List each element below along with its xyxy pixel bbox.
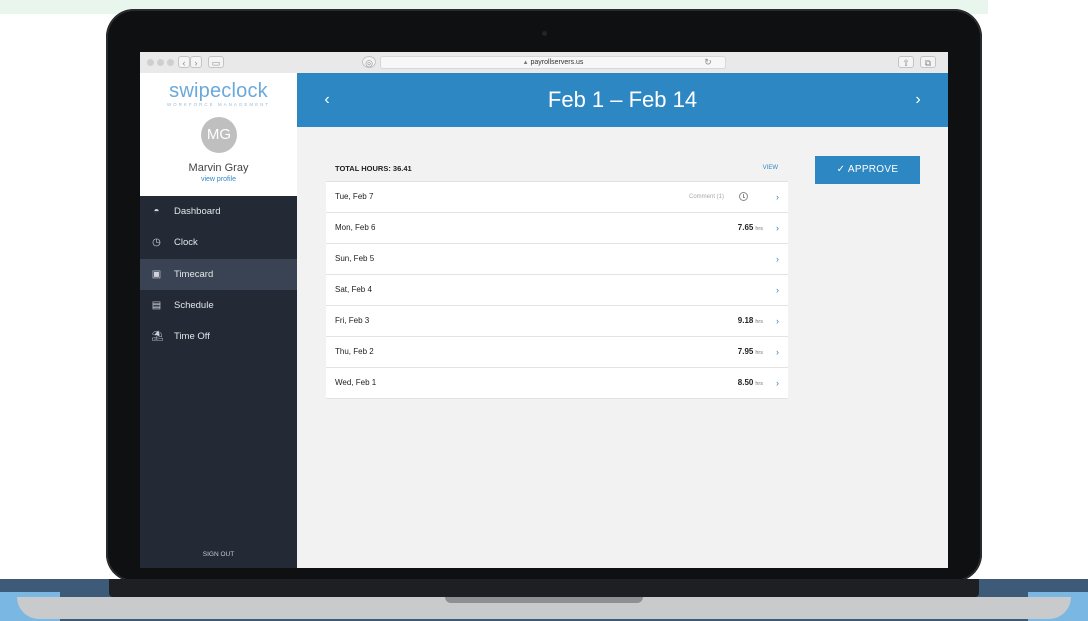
hours-value: 7.65 [737, 223, 754, 232]
sidebar-item-label: Clock [174, 237, 198, 248]
hours-unit: hrs [755, 226, 763, 232]
laptop-notch [445, 597, 643, 603]
day-hours: 7.65 hrs [738, 213, 763, 244]
comment-count[interactable]: Comment (1) [689, 182, 724, 212]
forward-button[interactable]: › [190, 56, 202, 68]
day-label: Tue, Feb 7 [335, 192, 374, 201]
logo-subtitle: WORKFORCE MANAGEMENT [166, 102, 271, 107]
table-row[interactable]: Sat, Feb 4 › [326, 275, 788, 306]
table-row[interactable]: Thu, Feb 2 7.95 hrs › [326, 337, 788, 368]
sidebar-item-schedule[interactable]: ▤ Schedule [140, 290, 297, 321]
next-period-button[interactable]: › [908, 73, 928, 127]
day-hours: 8.50 hrs [738, 368, 763, 399]
total-hours: TOTAL HOURS: 36.41 [335, 164, 412, 173]
table-row[interactable]: Mon, Feb 6 7.65 hrs › [326, 213, 788, 244]
hours-value: 7.95 [737, 347, 754, 356]
day-label: Sat, Feb 4 [335, 285, 372, 294]
tabs-icon[interactable]: ⧉ [920, 56, 936, 68]
hours-value: 9.18 [737, 316, 754, 325]
dashboard-icon: ◓ [153, 206, 160, 217]
chevron-right-icon[interactable]: › [776, 182, 779, 212]
privacy-icon[interactable]: ◎ [362, 56, 376, 68]
view-profile-link[interactable]: view profile [140, 176, 297, 183]
browser-toolbar: ‹ › ▭ ◎ ▲ payrollservers.us ↻ ⇧ ⧉ [140, 52, 948, 74]
day-hours: 9.18 hrs [738, 306, 763, 337]
chevron-right-icon[interactable]: › [776, 213, 779, 243]
sign-out-link[interactable]: SIGN OUT [140, 551, 297, 558]
screen: ‹ › ▭ ◎ ▲ payrollservers.us ↻ ⇧ ⧉ swipecl… [140, 52, 948, 568]
table-row[interactable]: Wed, Feb 1 8.50 hrs › [326, 368, 788, 399]
avatar: MG [201, 117, 237, 153]
chevron-right-icon[interactable]: › [776, 275, 779, 305]
sidebar-item-label: Dashboard [174, 206, 221, 217]
share-icon[interactable]: ⇧ [898, 56, 914, 68]
sidebar-item-clock[interactable]: ◷ Clock [140, 227, 297, 258]
url-text: payrollservers.us [530, 59, 584, 66]
minimize-window-dot[interactable] [157, 59, 164, 66]
day-label: Sun, Feb 5 [335, 254, 375, 263]
laptop-hinge [109, 579, 979, 597]
sidebar-item-dashboard[interactable]: ◓ Dashboard [140, 196, 297, 227]
close-window-dot[interactable] [147, 59, 154, 66]
sidebar-item-time-off[interactable]: ⛱ Time Off [140, 321, 297, 352]
sidebar: swipeclock WORKFORCE MANAGEMENT MG Marvi… [140, 73, 297, 568]
approve-button[interactable]: ✓ APPROVE [815, 156, 920, 184]
period-title: Feb 1 – Feb 14 [547, 87, 698, 112]
period-header: ‹ Feb 1 – Feb 14 › [297, 73, 948, 127]
sidebar-item-label: Time Off [174, 331, 210, 342]
chevron-right-icon[interactable]: › [776, 244, 779, 274]
beach-icon: ⛱ [151, 331, 164, 342]
hours-value: 8.50 [737, 378, 754, 387]
reload-icon[interactable]: ↻ [702, 56, 714, 68]
clock-icon [739, 192, 748, 201]
hours-unit: hrs [755, 319, 763, 325]
user-name: Marvin Gray [188, 162, 249, 174]
chevron-right-icon[interactable]: › [776, 306, 779, 336]
profile-panel: swipeclock WORKFORCE MANAGEMENT MG Marvi… [140, 73, 297, 196]
table-row[interactable]: Fri, Feb 3 9.18 hrs › [326, 306, 788, 337]
chevron-right-icon[interactable]: › [776, 368, 779, 398]
day-label: Mon, Feb 6 [335, 223, 376, 232]
camera [542, 31, 547, 36]
hours-unit: hrs [755, 350, 763, 356]
swipeclock-logo: swipeclock [169, 80, 268, 102]
sidebar-toggle-icon[interactable]: ▭ [208, 56, 224, 68]
view-link[interactable]: VIEW [763, 165, 778, 171]
zoom-window-dot[interactable] [167, 59, 174, 66]
day-label: Fri, Feb 3 [335, 316, 370, 325]
table-row[interactable]: Tue, Feb 7 Comment (1) › [326, 182, 788, 213]
sidebar-item-timecard[interactable]: ▣ Timecard [140, 259, 297, 290]
calendar-icon: ▤ [151, 300, 162, 311]
sidebar-item-label: Schedule [174, 300, 214, 311]
hours-unit: hrs [755, 381, 763, 387]
day-label: Wed, Feb 1 [335, 378, 377, 387]
total-hours-row: TOTAL HOURS: 36.41 VIEW [326, 156, 788, 182]
day-hours: 7.95 hrs [738, 337, 763, 368]
clock-icon: ◷ [152, 237, 161, 248]
sidebar-item-label: Timecard [174, 269, 214, 280]
lock-icon: ▲ [522, 60, 529, 66]
back-button[interactable]: ‹ [178, 56, 190, 68]
chevron-right-icon[interactable]: › [776, 337, 779, 367]
day-label: Thu, Feb 2 [335, 347, 374, 356]
address-bar[interactable]: ▲ payrollservers.us [380, 56, 726, 69]
table-row[interactable]: Sun, Feb 5 › [326, 244, 788, 275]
timecard-icon: ▣ [151, 269, 162, 280]
